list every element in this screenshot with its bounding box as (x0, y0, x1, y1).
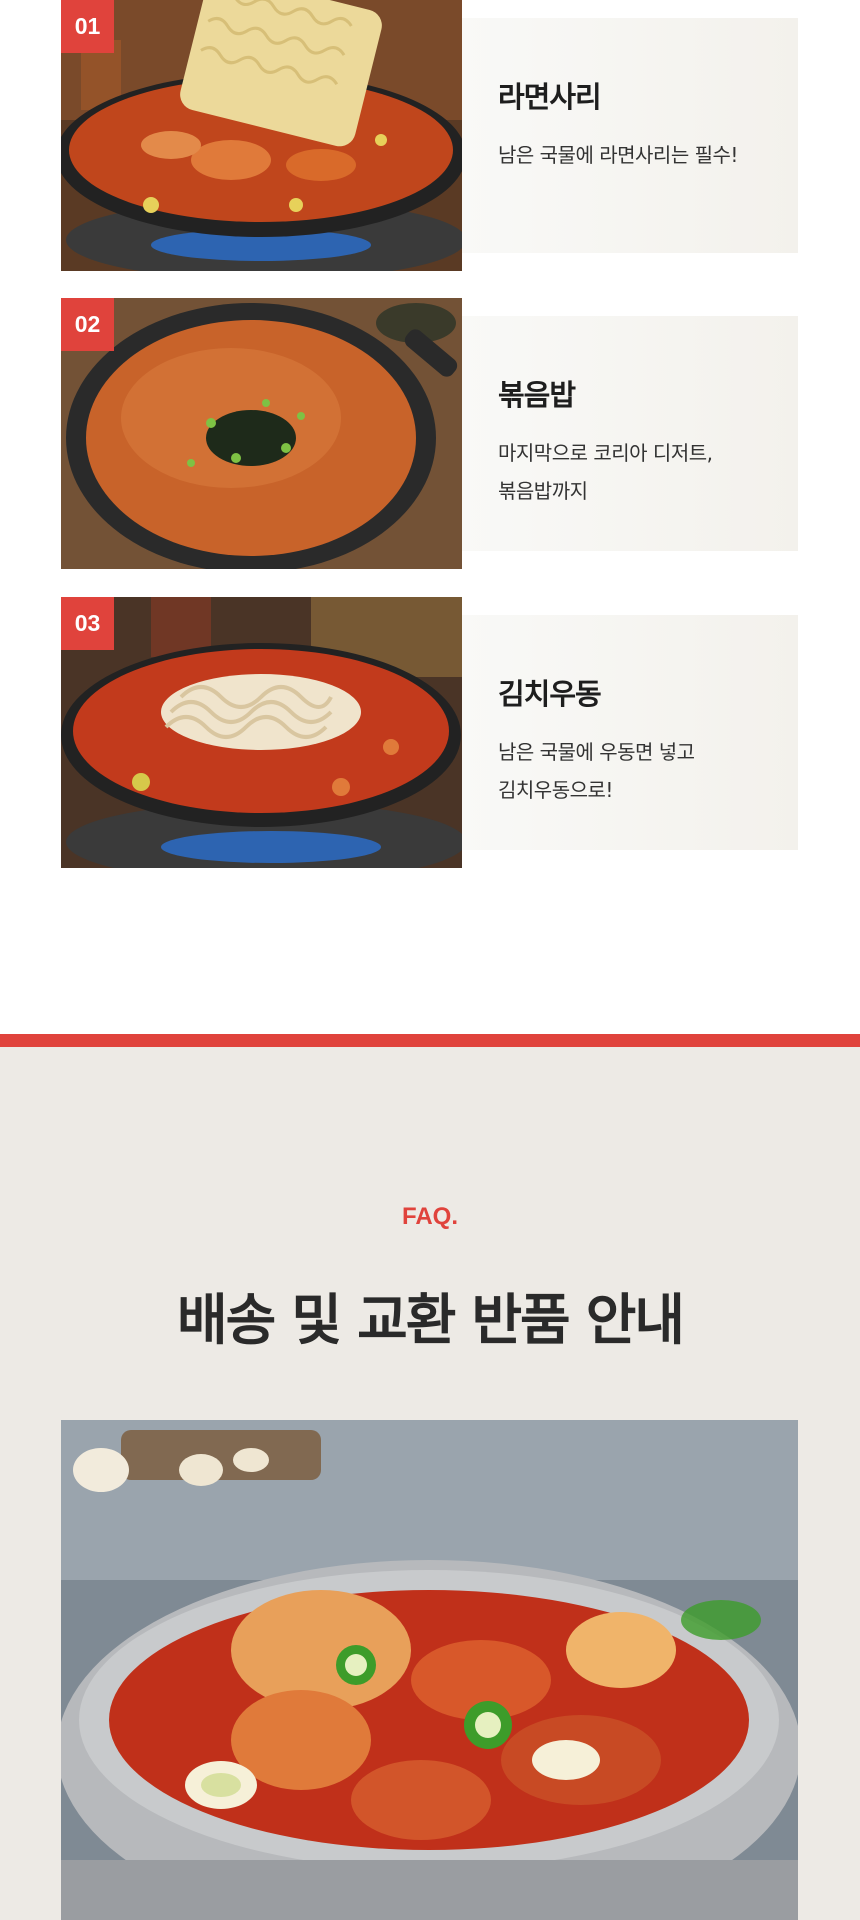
item-card: 김치우동 남은 국물에 우동면 넣고 김치우동으로! (462, 615, 798, 850)
item-card: 라면사리 남은 국물에 라면사리는 필수! (462, 18, 798, 253)
item-title: 김치우동 (498, 677, 602, 711)
fried-rice-photo: 02 (61, 298, 462, 569)
item-title: 볶음밥 (498, 378, 576, 412)
item-title: 라면사리 (498, 80, 602, 114)
item-description: 마지막으로 코리아 디저트, 볶음밥까지 (498, 434, 798, 510)
side-dish-section: 01 라면사리 남은 국물에 라면사리는 필수! 02 볶음밥 마지막으로 코리… (0, 0, 860, 1034)
item-description-line: 김치우동으로! (498, 778, 613, 802)
item-number-badge: 03 (61, 597, 114, 650)
item-description: 남은 국물에 우동면 넣고 김치우동으로! (498, 733, 798, 809)
item-description: 남은 국물에 라면사리는 필수! (498, 136, 798, 174)
item-description-line: 볶음밥까지 (498, 479, 588, 503)
item-number-badge: 01 (61, 0, 114, 53)
faq-section: FAQ. 배송 및 교환 반품 안내 (0, 1047, 860, 1920)
ramen-photo: 01 (61, 0, 462, 271)
item-card: 볶음밥 마지막으로 코리아 디저트, 볶음밥까지 (462, 316, 798, 551)
item-description-line: 남은 국물에 우동면 넣고 (498, 740, 695, 764)
item-number-badge: 02 (61, 298, 114, 351)
ramen-illustration (61, 0, 462, 271)
faq-hero-photo (61, 1420, 798, 1920)
fried-rice-illustration (61, 298, 462, 569)
kimchi-udon-illustration (61, 597, 462, 868)
kimchi-udon-photo: 03 (61, 597, 462, 868)
faq-title: 배송 및 교환 반품 안내 (177, 1288, 685, 1352)
faq-label: FAQ. (401, 1203, 458, 1230)
section-divider (0, 1034, 860, 1047)
stew-pot-illustration (61, 1420, 798, 1920)
item-description-line: 마지막으로 코리아 디저트, (498, 441, 713, 465)
item-description-line: 남은 국물에 라면사리는 필수! (498, 143, 738, 167)
